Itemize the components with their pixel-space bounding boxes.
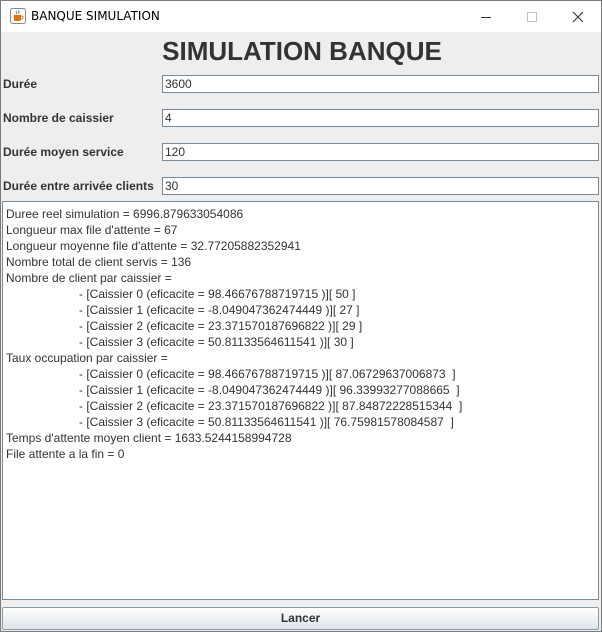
- result-line: - [Caissier 1 (eficacite = -8.0490473624…: [79, 383, 460, 397]
- result-line: Nombre total de client servis = 136: [6, 255, 192, 269]
- service-duration-label: Durée moyen service: [3, 145, 124, 159]
- duration-label: Durée: [3, 77, 38, 91]
- arrival-interval-label: Durée entre arrivée clients: [3, 179, 154, 193]
- maximize-icon: [527, 11, 537, 22]
- arrival-interval-input[interactable]: [162, 177, 599, 195]
- cashier-count-input[interactable]: [162, 109, 599, 127]
- result-line: - [Caissier 1 (eficacite = -8.0490473624…: [79, 303, 360, 317]
- cashier-count-label: Nombre de caissier: [3, 111, 114, 125]
- result-line: - [Caissier 0 (eficacite = 98.4667678871…: [79, 287, 356, 301]
- page-title: SIMULATION BANQUE: [162, 36, 442, 66]
- result-line: Duree reel simulation = 6996.87963305408…: [6, 207, 244, 221]
- close-button[interactable]: [555, 1, 601, 32]
- minimize-icon: [481, 16, 491, 18]
- result-line: Temps d'attente moyen client = 1633.5244…: [6, 431, 292, 445]
- results-textarea[interactable]: Duree reel simulation = 6996.87963305408…: [2, 201, 599, 600]
- result-line: - [Caissier 2 (eficacite = 23.3715701876…: [79, 399, 463, 413]
- java-cup-icon: [10, 8, 26, 24]
- service-duration-input[interactable]: [162, 143, 599, 161]
- window-title: BANQUE SIMULATION: [31, 9, 160, 23]
- result-line: Longueur max file d'attente = 67: [6, 223, 178, 237]
- duration-input[interactable]: [162, 75, 599, 93]
- launch-button[interactable]: Lancer: [2, 607, 599, 630]
- close-icon: [572, 11, 584, 22]
- result-line: - [Caissier 3 (eficacite = 50.8113356461…: [79, 335, 354, 349]
- result-line: Taux occupation par caissier =: [6, 351, 168, 365]
- title-bar[interactable]: BANQUE SIMULATION: [1, 1, 601, 32]
- result-line: - [Caissier 3 (eficacite = 50.8113356461…: [79, 415, 454, 429]
- result-line: Nombre de client par caissier =: [6, 271, 172, 285]
- maximize-button[interactable]: [509, 1, 555, 32]
- minimize-button[interactable]: [463, 1, 509, 32]
- result-line: File attente a la fin = 0: [6, 447, 125, 461]
- result-line: Longueur moyenne file d'attente = 32.772…: [6, 239, 301, 253]
- app-window: BANQUE SIMULATION SIMULATION BANQUE Duré…: [0, 0, 602, 632]
- result-line: - [Caissier 2 (eficacite = 23.3715701876…: [79, 319, 363, 333]
- result-line: - [Caissier 0 (eficacite = 98.4667678871…: [79, 367, 456, 381]
